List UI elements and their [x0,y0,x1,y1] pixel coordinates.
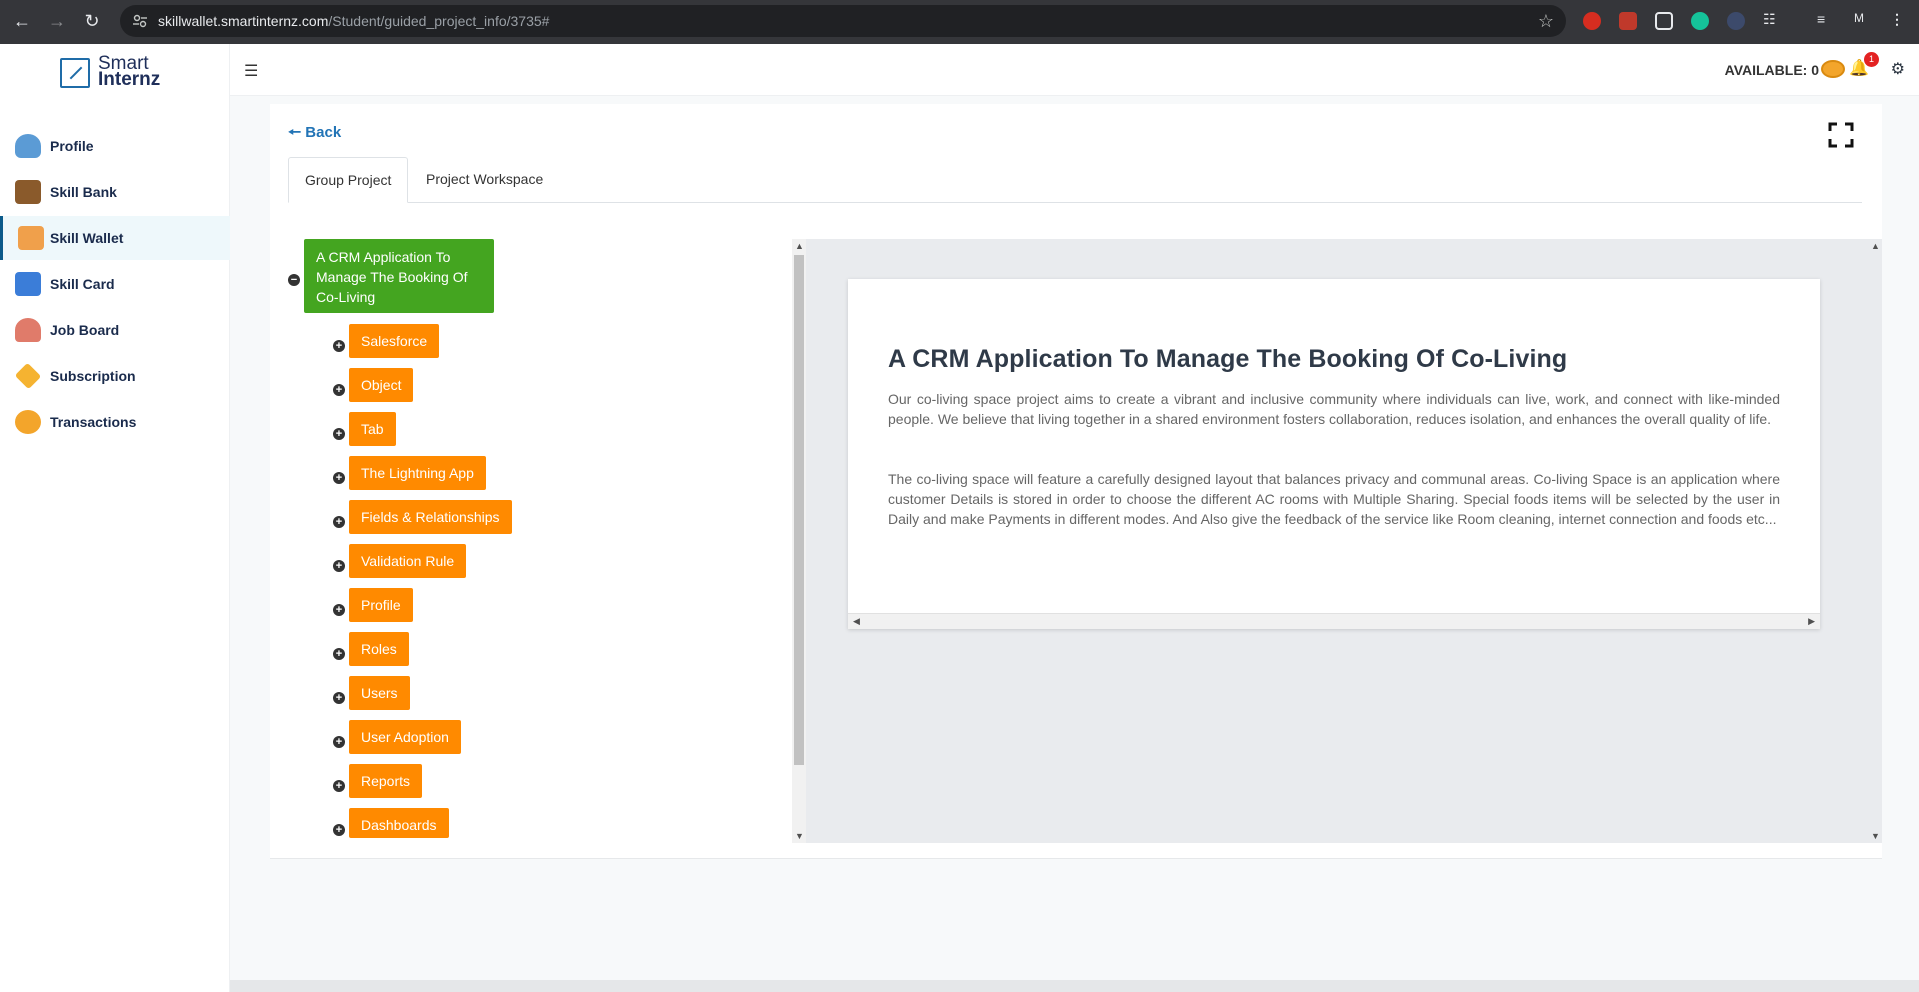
profile-icon [15,134,41,158]
expand-icon[interactable]: + [333,472,345,484]
scroll-down-arrow-icon[interactable]: ▼ [795,831,804,841]
tree-node-object[interactable]: Object [349,368,414,402]
expand-icon[interactable]: + [333,736,345,748]
coin-icon [1821,60,1845,78]
fullscreen-icon[interactable] [1828,122,1854,148]
sidebar-item-skill-bank[interactable]: Skill Bank [0,170,230,214]
sidebar-item-job-board[interactable]: Job Board [0,308,230,352]
document-paragraph: Our co-living space project aims to crea… [888,391,1780,427]
scrollbar-thumb[interactable] [794,255,804,765]
back-arrow-icon[interactable]: ← [10,9,34,33]
reload-icon[interactable]: ↻ [80,9,104,33]
viewer-scrollbar[interactable]: ▲ ▼ [1868,239,1882,843]
notification-badge: 1 [1864,52,1879,67]
site-settings-icon[interactable] [132,13,148,29]
forward-arrow-icon[interactable]: → [45,9,69,33]
tree-scrollbar[interactable]: ▲ ▼ [792,239,806,843]
tree-node-fields-relationships[interactable]: Fields & Relationships [349,500,512,534]
scroll-down-arrow-icon[interactable]: ▼ [1871,831,1880,841]
main-card: 🠔 Back Group Project Project Workspace −… [270,104,1882,859]
address-bar[interactable]: skillwallet.smartinternz.com/Student/gui… [120,5,1566,37]
sidebar-item-label: Transactions [50,414,137,430]
logo-text-line2: Internz [98,69,161,90]
extension-window-icon[interactable] [1655,12,1673,30]
profile-avatar[interactable]: M [1854,11,1864,25]
collapse-icon[interactable]: − [288,274,300,286]
available-balance: AVAILABLE: 0 [1724,62,1819,78]
tree-node-lightning-app[interactable]: The Lightning App [349,456,486,490]
expand-icon[interactable]: + [333,560,345,572]
sidebar-item-transactions[interactable]: Transactions [0,400,230,444]
scroll-up-arrow-icon[interactable]: ▲ [1871,241,1880,251]
hamburger-menu-icon[interactable]: ☰ [244,61,258,81]
expand-icon[interactable]: + [333,428,345,440]
tree-node-validation-rule[interactable]: Validation Rule [349,544,467,578]
tree-node-reports[interactable]: Reports [349,764,423,798]
extension-book-icon[interactable] [1619,12,1637,30]
browser-toolbar: ← → ↻ skillwallet.smartinternz.com/Stude… [0,0,1919,44]
tab-group-project[interactable]: Group Project [288,157,409,203]
job-person-icon [15,318,41,342]
sidebar-item-subscription[interactable]: Subscription [0,354,230,398]
expand-icon[interactable]: + [333,780,345,792]
page-footer-strip [230,980,1919,992]
tree-node-roles[interactable]: Roles [349,632,409,666]
tree-node-profile[interactable]: Profile [349,588,413,622]
extensions-puzzle-icon[interactable]: ☷ [1763,11,1776,28]
horizontal-scrollbar[interactable]: ◀ ▶ [848,613,1820,629]
reading-list-icon[interactable]: ≡ [1817,11,1825,27]
logo-mark-icon [60,58,90,88]
extension-red-icon[interactable] [1583,12,1601,30]
diamond-icon [14,362,42,390]
tab-project-workspace[interactable]: Project Workspace [410,157,559,203]
expand-icon[interactable]: + [333,516,345,528]
coins-icon [15,410,41,434]
tree-node-user-adoption[interactable]: User Adoption [349,720,461,754]
sidebar-item-label: Subscription [50,368,136,384]
tree-root-node[interactable]: A CRM Application To Manage The Booking … [304,239,494,313]
sidebar: Smart Internz Profile Skill Bank Skill W… [0,44,230,992]
sidebar-item-skill-card[interactable]: Skill Card [0,262,230,306]
tree-node-dashboards[interactable]: Dashboards [349,808,449,838]
bookmark-star-icon[interactable]: ☆ [1538,11,1554,32]
top-header: ☰ AVAILABLE: 0 🔔 1 ⚙ [230,44,1919,96]
expand-icon[interactable]: + [333,692,345,704]
sidebar-item-label: Skill Bank [50,184,117,200]
extension-cursor-icon[interactable] [1727,12,1745,30]
scroll-up-arrow-icon[interactable]: ▲ [795,241,804,251]
document-page: A CRM Application To Manage The Booking … [848,279,1820,629]
sidebar-item-label: Skill Card [50,276,115,292]
document-title: A CRM Application To Manage The Booking … [888,345,1568,373]
id-card-icon [15,272,41,296]
sidebar-item-profile[interactable]: Profile [0,124,230,168]
tree-node-salesforce[interactable]: Salesforce [349,324,440,358]
content-viewer: ▲ ▼ ▲ ▼ A CRM Application To Manage The … [792,239,1882,843]
back-link[interactable]: 🠔 Back [288,122,341,147]
document-paragraph: The co-living space will feature a caref… [888,471,1780,527]
expand-icon[interactable]: + [333,604,345,616]
expand-icon[interactable]: + [333,824,345,836]
briefcase-icon [15,180,41,204]
sidebar-item-skill-wallet[interactable]: Skill Wallet [0,216,230,260]
scroll-right-arrow-icon[interactable]: ▶ [1808,616,1815,627]
url-text: skillwallet.smartinternz.com/Student/gui… [158,13,550,29]
back-link-label: Back [305,124,342,141]
gear-icon[interactable]: ⚙ [1891,59,1905,79]
browser-menu-icon[interactable]: ⋮ [1890,11,1904,28]
expand-icon[interactable]: + [333,648,345,660]
sidebar-item-label: Job Board [50,322,120,338]
scroll-left-arrow-icon[interactable]: ◀ [853,616,860,627]
logo[interactable]: Smart Internz [60,54,180,92]
wallet-icon [18,226,44,250]
expand-icon[interactable]: + [333,384,345,396]
tab-bar: Group Project Project Workspace [288,157,1862,203]
tree-node-tab[interactable]: Tab [349,412,396,446]
tree-node-users[interactable]: Users [349,676,410,710]
sidebar-item-label: Skill Wallet [50,230,124,246]
grammarly-icon[interactable] [1691,12,1709,30]
expand-icon[interactable]: + [333,340,345,352]
sidebar-item-label: Profile [50,138,94,154]
